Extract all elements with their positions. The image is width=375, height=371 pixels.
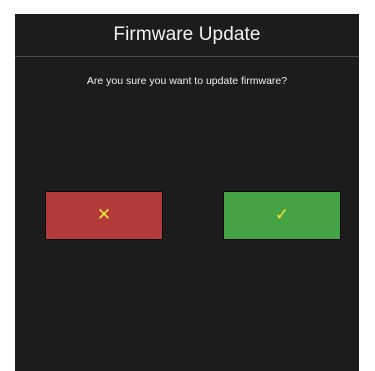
cancel-button[interactable]: ✕ (45, 191, 163, 240)
confirmation-message: Are you sure you want to update firmware… (86, 75, 288, 87)
firmware-update-dialog: Firmware Update Are you sure you want to… (15, 14, 359, 371)
dialog-title: Firmware Update (113, 24, 261, 45)
check-icon: ✓ (274, 205, 290, 225)
confirm-button[interactable]: ✓ (223, 191, 341, 240)
dialog-header: Firmware Update (15, 14, 359, 57)
close-icon: ✕ (96, 205, 112, 225)
